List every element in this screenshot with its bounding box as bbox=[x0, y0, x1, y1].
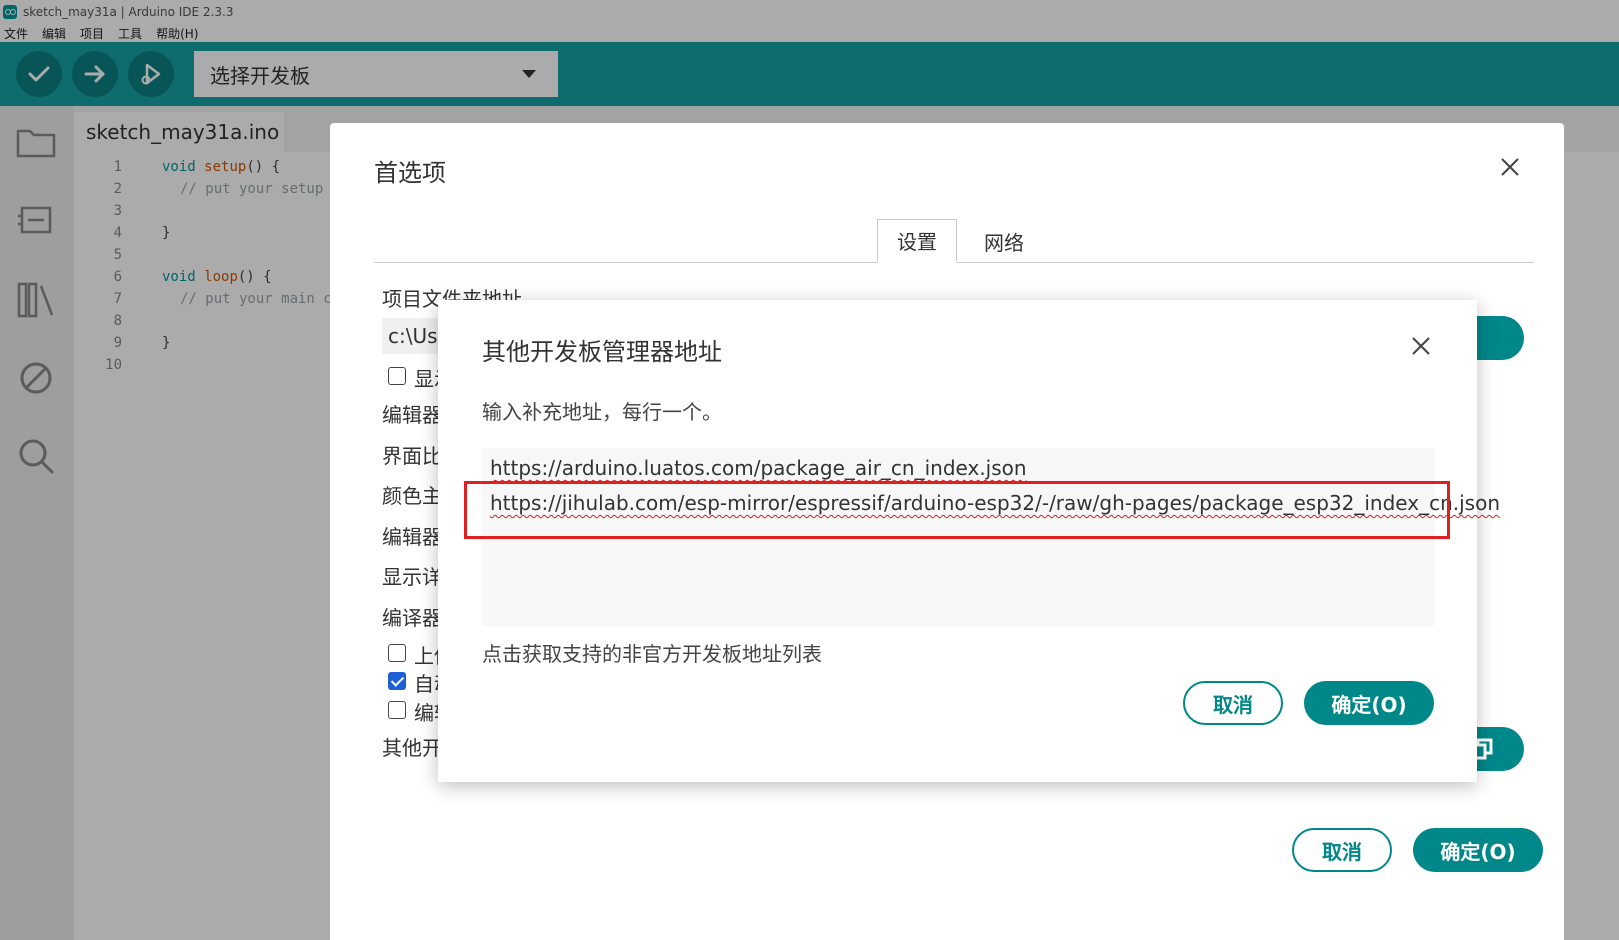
show-files-checkbox[interactable] bbox=[388, 367, 406, 385]
board-urls-ok-button[interactable]: 确定(O) bbox=[1304, 681, 1434, 725]
board-urls-subtitle: 输入补充地址，每行一个。 bbox=[482, 400, 722, 424]
editor-language-label: 编辑器 bbox=[382, 525, 442, 549]
show-verbose-label: 显示详 bbox=[382, 565, 442, 589]
unofficial-boards-link[interactable]: 点击获取支持的非官方开发板地址列表 bbox=[482, 638, 822, 667]
tab-settings[interactable]: 设置 bbox=[877, 219, 957, 263]
board-urls-cancel-button[interactable]: 取消 bbox=[1183, 681, 1283, 725]
board-urls-dialog: 其他开发板管理器地址 输入补充地址，每行一个。 https://arduino.… bbox=[438, 300, 1500, 782]
editor-font-label: 编辑器 bbox=[382, 403, 442, 427]
preferences-title: 首选项 bbox=[374, 159, 446, 187]
tab-network[interactable]: 网络 bbox=[974, 219, 1034, 263]
interface-scale-label: 界面比 bbox=[382, 444, 442, 468]
highlight-box bbox=[464, 481, 1450, 539]
editor-quick-suggestions-checkbox[interactable] bbox=[388, 701, 406, 719]
board-url-line: https://arduino.luatos.com/package_air_c… bbox=[490, 456, 1027, 480]
board-urls-close-button[interactable] bbox=[1409, 334, 1433, 358]
theme-label: 颜色主 bbox=[382, 484, 442, 508]
auto-save-checkbox[interactable] bbox=[388, 672, 406, 690]
compiler-warnings-label: 编译器 bbox=[382, 606, 442, 630]
board-urls-title: 其他开发板管理器地址 bbox=[482, 338, 722, 366]
preferences-tabs: 设置 网络 bbox=[374, 219, 1534, 263]
verify-after-upload-checkbox[interactable] bbox=[388, 644, 406, 662]
preferences-cancel-button[interactable]: 取消 bbox=[1292, 828, 1392, 872]
arduino-ide-window: sketch_may31a | Arduino IDE 2.3.3 文件 编辑 … bbox=[0, 0, 1619, 940]
additional-boards-label: 其他开 bbox=[382, 736, 442, 760]
close-icon bbox=[1412, 337, 1430, 355]
preferences-close-button[interactable] bbox=[1496, 153, 1524, 181]
preferences-ok-button[interactable]: 确定(O) bbox=[1413, 828, 1543, 872]
close-icon bbox=[1501, 158, 1519, 176]
